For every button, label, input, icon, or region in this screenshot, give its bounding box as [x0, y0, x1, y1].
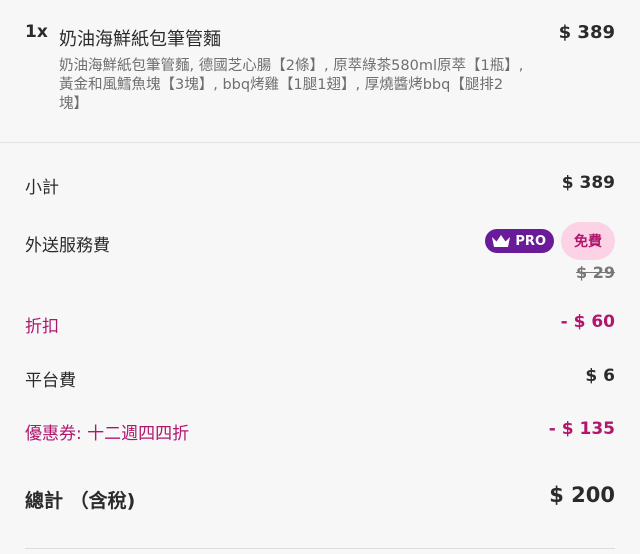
delivery-fee-label: 外送服務費 [25, 236, 110, 256]
free-delivery-badge: 免費 [561, 222, 615, 260]
voucher-row: 優惠券: 十二週四四折 - $ 135 [25, 419, 615, 449]
item-description-line: 奶油海鮮紙包筆管麵, 德國芝心腸【2條】, 原萃綠茶580ml原萃【1瓶】, [59, 58, 524, 74]
pro-badge-label: PRO [515, 233, 546, 249]
item-description-line: 塊】 [59, 96, 88, 112]
item-description: 奶油海鮮紙包筆管麵, 德國芝心腸【2條】, 原萃綠茶580ml原萃【1瓶】, 黃… [59, 57, 559, 114]
total-value: $ 200 [549, 483, 615, 507]
discount-value: - $ 60 [560, 312, 615, 332]
voucher-label: 優惠券: 十二週四四折 [25, 424, 190, 444]
original-delivery-fee: $ 29 [576, 263, 615, 282]
delivery-fee-row: 外送服務費 PRO 免費 $ 29 [25, 222, 615, 282]
pro-badge: PRO [485, 229, 554, 253]
bottom-divider [25, 548, 615, 549]
platform-fee-value: $ 6 [585, 366, 615, 386]
delivery-badges: PRO 免費 [485, 222, 615, 260]
subtotal-row: 小計 $ 389 [25, 173, 615, 203]
platform-fee-label: 平台費 [25, 371, 76, 391]
item-price: $ 389 [558, 22, 615, 43]
discount-row: 折扣 - $ 60 [25, 312, 615, 342]
subtotal-label: 小計 [25, 178, 59, 198]
total-label: 總計 （含稅) [25, 490, 136, 512]
item-description-line: 黃金和風鱈魚塊【3塊】, bbq烤雞【1腿1翅】, 厚燒醬烤bbq【腿排2 [59, 77, 504, 93]
item-quantity: 1x [25, 22, 48, 42]
crown-icon [492, 235, 511, 247]
subtotal-value: $ 389 [561, 173, 615, 193]
section-divider [0, 142, 640, 143]
platform-fee-row: 平台費 $ 6 [25, 366, 615, 396]
order-summary: 1x 奶油海鮮紙包筆管麵 $ 389 奶油海鮮紙包筆管麵, 德國芝心腸【2條】,… [0, 0, 640, 554]
voucher-value: - $ 135 [548, 419, 615, 439]
order-item: 1x 奶油海鮮紙包筆管麵 $ 389 奶油海鮮紙包筆管麵, 德國芝心腸【2條】,… [0, 0, 640, 142]
discount-label: 折扣 [25, 317, 59, 337]
item-name: 奶油海鮮紙包筆管麵 [59, 29, 221, 50]
